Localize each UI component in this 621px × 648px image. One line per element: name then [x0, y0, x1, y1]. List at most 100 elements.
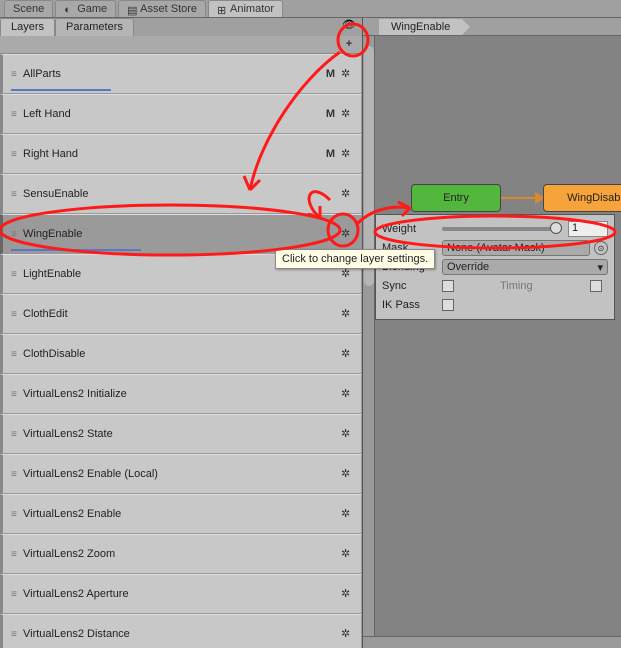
gear-icon[interactable]: ✲: [341, 347, 355, 361]
mask-indicator: M: [326, 108, 335, 120]
ik-checkbox[interactable]: [442, 299, 454, 311]
mask-indicator: M: [326, 68, 335, 80]
layer-name: VirtualLens2 Zoom: [23, 548, 341, 560]
mask-picker-icon[interactable]: ⊙: [594, 241, 608, 255]
chevron-down-icon: ▾: [597, 261, 603, 274]
tooltip: Click to change layer settings.: [275, 249, 435, 269]
layer-item[interactable]: ≡ VirtualLens2 Initialize✲: [0, 374, 362, 414]
layer-name: VirtualLens2 Aperture: [23, 588, 341, 600]
state-entry[interactable]: Entry: [411, 184, 501, 212]
layer-name: VirtualLens2 Enable (Local): [23, 468, 341, 480]
ik-label: IK Pass: [382, 299, 442, 311]
drag-handle-icon[interactable]: ≡: [11, 389, 19, 400]
layer-item[interactable]: ≡ ClothDisable✲: [0, 334, 362, 374]
drag-handle-icon[interactable]: ≡: [11, 509, 19, 520]
game-icon: ◐: [64, 4, 74, 14]
graph-area[interactable]: Entry WingDisable Weight 1 Mask None (Av…: [363, 36, 621, 648]
layer-name: SensuEnable: [23, 188, 341, 200]
drag-handle-icon[interactable]: ≡: [11, 309, 19, 320]
gear-icon[interactable]: ✲: [341, 387, 355, 401]
breadcrumb-item[interactable]: WingEnable: [379, 19, 462, 35]
layer-item[interactable]: ≡ VirtualLens2 Enable (Local)✲: [0, 454, 362, 494]
layer-item[interactable]: ≡ SensuEnable✲: [0, 174, 362, 214]
auto-live-link-icon[interactable]: 👁: [342, 18, 362, 36]
layer-name: Right Hand: [23, 148, 326, 160]
drag-handle-icon[interactable]: ≡: [11, 109, 19, 120]
drag-handle-icon[interactable]: ≡: [11, 469, 19, 480]
layer-item[interactable]: ≡ ClothEdit✲: [0, 294, 362, 334]
drag-handle-icon[interactable]: ≡: [11, 189, 19, 200]
layer-item[interactable]: ≡ VirtualLens2 Distance✲: [0, 614, 362, 648]
layer-item[interactable]: ≡ VirtualLens2 Zoom✲: [0, 534, 362, 574]
tab-animator[interactable]: ⊞Animator: [208, 0, 283, 17]
tab-layers[interactable]: Layers: [0, 18, 55, 36]
layer-item[interactable]: ≡ VirtualLens2 State✲: [0, 414, 362, 454]
drag-handle-icon[interactable]: ≡: [11, 229, 19, 240]
mask-value: None (Avatar Mask): [447, 242, 545, 254]
layer-name: VirtualLens2 Initialize: [23, 388, 341, 400]
gear-icon[interactable]: ✲: [341, 627, 355, 641]
gear-icon[interactable]: ✲: [341, 587, 355, 601]
drag-handle-icon[interactable]: ≡: [11, 349, 19, 360]
layer-item[interactable]: ≡ Left HandM ✲: [0, 94, 362, 134]
sync-checkbox[interactable]: [442, 280, 454, 292]
layer-list: ≡AllPartsM✲≡Left HandM✲≡Right HandM✲≡Sen…: [0, 54, 362, 648]
gear-icon[interactable]: ✲: [341, 507, 355, 521]
layer-item[interactable]: ≡Right HandM✲: [0, 134, 362, 174]
gear-icon[interactable]: ✲: [341, 547, 355, 561]
store-icon: ▤: [127, 4, 137, 14]
tab-label: Game: [77, 3, 107, 15]
blending-value: Override: [447, 261, 489, 273]
timing-checkbox[interactable]: [590, 280, 602, 292]
layer-name: AllParts: [23, 68, 326, 80]
layer-name: Left Hand: [23, 108, 326, 120]
layer-item[interactable]: ≡ VirtualLens2 Enable✲: [0, 494, 362, 534]
weight-bar: [11, 89, 111, 91]
gear-icon[interactable]: ✲: [341, 307, 355, 321]
graph-scrollbar-h[interactable]: [363, 636, 621, 648]
layer-name: VirtualLens2 Distance: [23, 628, 341, 640]
layer-name: VirtualLens2 State: [23, 428, 341, 440]
layer-name: VirtualLens2 Enable: [23, 508, 341, 520]
gear-icon[interactable]: ✲: [341, 467, 355, 481]
gear-icon[interactable]: ✲: [341, 187, 355, 201]
graph-panel: WingEnable Entry WingDisable Weight 1 Ma…: [363, 18, 621, 648]
layer-name: LightEnable: [23, 268, 341, 280]
layers-panel: Layers Parameters 👁 + ≡AllPartsM✲≡Left H…: [0, 18, 363, 648]
gear-icon[interactable]: ✲: [341, 107, 355, 121]
panel-tabs: Layers Parameters 👁: [0, 18, 362, 36]
tab-game[interactable]: ◐Game: [55, 0, 116, 17]
tab-label: Animator: [230, 3, 274, 15]
tab-scene[interactable]: Scene: [4, 0, 53, 17]
drag-handle-icon[interactable]: ≡: [11, 149, 19, 160]
add-layer-button[interactable]: +: [342, 38, 356, 52]
weight-field[interactable]: 1: [568, 221, 608, 237]
sync-label: Sync: [382, 280, 442, 292]
drag-handle-icon[interactable]: ≡: [11, 69, 19, 80]
layer-item[interactable]: ≡ AllPartsM ✲: [0, 54, 362, 94]
mask-select[interactable]: None (Avatar Mask): [442, 240, 590, 256]
weight-label: Weight: [382, 223, 442, 235]
drag-handle-icon[interactable]: ≡: [11, 269, 19, 280]
gear-icon[interactable]: ✲: [341, 67, 355, 81]
tab-asset-store[interactable]: ▤Asset Store: [118, 0, 206, 17]
gear-icon[interactable]: ✲: [341, 427, 355, 441]
tab-parameters[interactable]: Parameters: [55, 18, 134, 36]
graph-scrollbar-v[interactable]: [363, 36, 375, 648]
gear-icon[interactable]: ✲: [341, 147, 355, 161]
weight-slider[interactable]: [442, 227, 562, 231]
layer-name: ClothDisable: [23, 348, 341, 360]
state-wingdisable[interactable]: WingDisable: [543, 184, 621, 212]
gear-icon[interactable]: ✲: [341, 267, 355, 281]
breadcrumb: WingEnable: [363, 18, 621, 36]
drag-handle-icon[interactable]: ≡: [11, 429, 19, 440]
drag-handle-icon[interactable]: ≡: [11, 629, 19, 640]
gear-icon[interactable]: ✲: [341, 227, 355, 241]
drag-handle-icon[interactable]: ≡: [11, 589, 19, 600]
layer-name: ClothEdit: [23, 308, 341, 320]
timing-label: Timing: [500, 280, 533, 292]
layer-item[interactable]: ≡WingEnable✲: [0, 214, 362, 254]
layer-item[interactable]: ≡ VirtualLens2 Aperture✲: [0, 574, 362, 614]
drag-handle-icon[interactable]: ≡: [11, 549, 19, 560]
blending-select[interactable]: Override ▾: [442, 259, 608, 275]
